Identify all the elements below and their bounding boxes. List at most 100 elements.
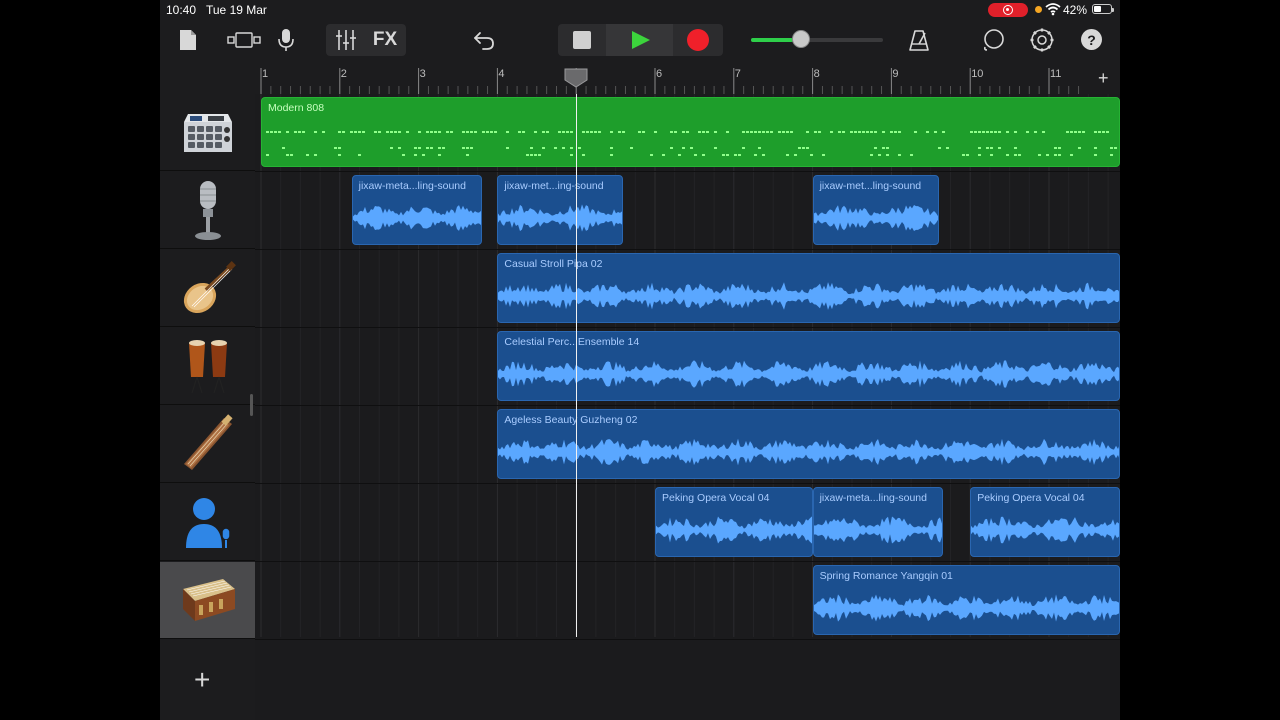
midi-note	[1070, 131, 1073, 133]
midi-note	[854, 131, 857, 133]
audio-region[interactable]: Peking Opera Vocal 04	[655, 487, 813, 557]
midi-note	[554, 147, 557, 149]
undo-button[interactable]	[470, 24, 498, 56]
midi-note	[838, 131, 841, 133]
midi-note	[1070, 154, 1073, 156]
settings-button[interactable]	[1028, 24, 1056, 56]
waveform-path	[813, 205, 938, 231]
midi-note	[898, 154, 901, 156]
midi-note	[670, 147, 673, 149]
region-name: Spring Romance Yangqin 01	[819, 570, 953, 582]
audio-region[interactable]: jixaw-met...ing-sound	[497, 175, 624, 245]
conga-drums-icon	[188, 340, 227, 394]
midi-note	[742, 147, 745, 149]
privacy-indicator-dot	[1035, 6, 1042, 13]
mixer-button[interactable]	[330, 24, 362, 56]
midi-note	[994, 131, 997, 133]
region-name: Ageless Beauty Guzheng 02	[504, 414, 638, 426]
master-volume-thumb[interactable]	[792, 30, 810, 48]
midi-note	[506, 131, 509, 133]
add-track-button[interactable]: +	[194, 666, 210, 694]
bar-number: 6	[656, 68, 663, 80]
bar-number: 8	[813, 68, 820, 80]
midi-region[interactable]: Modern 808	[261, 97, 1120, 167]
track-header-microphone[interactable]	[160, 172, 255, 249]
midi-note	[1074, 131, 1077, 133]
garageband-window: 10:40 Tue 19 Mar 42% FX ? 1 2 3 4 6 7 8 …	[160, 0, 1120, 720]
midi-note	[438, 154, 441, 156]
midi-note	[358, 154, 361, 156]
midi-note	[286, 154, 289, 156]
track-header-conga[interactable]	[160, 328, 255, 405]
help-button[interactable]: ?	[1081, 29, 1102, 50]
midi-note	[594, 131, 597, 133]
track-lane[interactable]: Peking Opera Vocal 04 jixaw-meta...ling-s…	[255, 484, 1120, 562]
master-volume-slider[interactable]	[751, 38, 883, 42]
audio-region[interactable]: Spring Romance Yangqin 01	[812, 565, 1120, 635]
track-lane[interactable]: Modern 808	[255, 94, 1120, 172]
tracks-area[interactable]: Modern 808 jixaw-meta...ling-sound jixaw-m…	[255, 94, 1120, 720]
play-button[interactable]	[632, 31, 650, 49]
audio-region[interactable]: Ageless Beauty Guzheng 02	[497, 409, 1120, 479]
midi-note	[746, 131, 749, 133]
track-header-resize-handle[interactable]	[250, 394, 253, 416]
mic-input-button[interactable]	[273, 24, 299, 56]
midi-note	[466, 147, 469, 149]
midi-notes	[266, 131, 1117, 156]
midi-note	[670, 131, 673, 133]
midi-note	[338, 154, 341, 156]
audio-region[interactable]: jixaw-met...ling-sound	[812, 175, 939, 245]
midi-note	[402, 154, 405, 156]
track-lane[interactable]: Spring Romance Yangqin 01	[255, 562, 1120, 640]
track-header-drum-machine[interactable]	[160, 94, 255, 171]
my-songs-button[interactable]	[174, 24, 202, 56]
audio-region[interactable]: jixaw-meta...ling-sound	[812, 487, 943, 557]
midi-note	[322, 131, 325, 133]
midi-note	[650, 154, 653, 156]
audio-region[interactable]: jixaw-meta...ling-sound	[351, 175, 482, 245]
midi-note	[682, 131, 685, 133]
track-lane[interactable]: Ageless Beauty Guzheng 02	[255, 406, 1120, 484]
audio-region[interactable]: Peking Opera Vocal 04	[970, 487, 1120, 557]
metronome-button[interactable]	[905, 24, 933, 56]
master-volume-fill	[751, 38, 793, 42]
midi-note	[1026, 131, 1029, 133]
midi-note	[1054, 154, 1057, 156]
track-header-pipa[interactable]	[160, 250, 255, 327]
timeline-ruler[interactable]: 1234567891011	[255, 66, 1120, 94]
midi-note	[802, 147, 805, 149]
track-header-vocalist[interactable]	[160, 484, 255, 561]
midi-note	[674, 131, 677, 133]
fx-button[interactable]: FX	[368, 24, 402, 56]
stop-button[interactable]	[573, 31, 591, 49]
browser-button[interactable]	[226, 24, 262, 56]
midi-note	[306, 154, 309, 156]
audio-region[interactable]: Celestial Perc...Ensemble 14	[497, 331, 1120, 401]
track-lane[interactable]: Celestial Perc...Ensemble 14	[255, 328, 1120, 406]
screen-recording-indicator[interactable]	[988, 3, 1028, 17]
add-section-button[interactable]: +	[1098, 68, 1109, 88]
audio-region[interactable]: Casual Stroll Pipa 02	[497, 253, 1120, 323]
midi-note	[982, 131, 985, 133]
region-name: jixaw-meta...ling-sound	[819, 492, 927, 504]
record-button[interactable]	[687, 29, 709, 51]
track-header-yangqin[interactable]	[160, 562, 255, 639]
waveform-path	[813, 516, 942, 544]
guzheng-icon	[183, 414, 233, 470]
midi-note	[862, 131, 865, 133]
midi-note	[518, 131, 521, 133]
track-header-guzheng[interactable]	[160, 406, 255, 483]
waveform-path	[498, 438, 1119, 466]
midi-note	[1098, 131, 1101, 133]
midi-note	[566, 131, 569, 133]
bar-number: 3	[419, 68, 426, 80]
midi-note	[1110, 147, 1113, 149]
track-lane[interactable]: Casual Stroll Pipa 02	[255, 250, 1120, 328]
ruler-ticks	[260, 68, 1080, 94]
bar-number: 2	[340, 68, 347, 80]
midi-note	[986, 131, 989, 133]
track-lane[interactable]: jixaw-meta...ling-sound jixaw-met...ing-s…	[255, 172, 1120, 250]
loop-browser-button[interactable]	[980, 24, 1008, 56]
playhead-handle[interactable]	[564, 68, 588, 88]
midi-note	[534, 154, 537, 156]
